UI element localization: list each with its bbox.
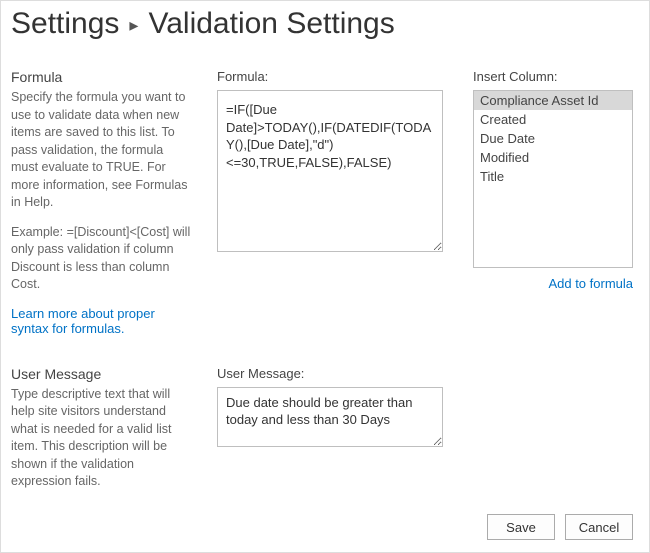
user-message-label: User Message: bbox=[217, 366, 447, 381]
insert-column-label: Insert Column: bbox=[473, 69, 633, 84]
formula-section-example: Example: =[Discount]<[Cost] will only pa… bbox=[11, 224, 191, 294]
insert-column-item[interactable]: Compliance Asset Id bbox=[474, 91, 632, 110]
page-header: Settings ▸ Validation Settings bbox=[11, 7, 633, 41]
formula-label: Formula: bbox=[217, 69, 447, 84]
save-button[interactable]: Save bbox=[487, 514, 555, 540]
user-message-section-desc: Type descriptive text that will help sit… bbox=[11, 386, 191, 491]
page-title: Validation Settings bbox=[148, 7, 394, 41]
formula-section-title: Formula bbox=[11, 69, 191, 85]
cancel-button[interactable]: Cancel bbox=[565, 514, 633, 540]
formula-help-link[interactable]: Learn more about proper syntax for formu… bbox=[11, 306, 191, 336]
insert-column-item[interactable]: Modified bbox=[474, 148, 632, 167]
user-message-section-title: User Message bbox=[11, 366, 191, 382]
user-message-input[interactable] bbox=[217, 387, 443, 447]
insert-column-item[interactable]: Due Date bbox=[474, 129, 632, 148]
formula-section-desc: Specify the formula you want to use to v… bbox=[11, 89, 191, 212]
formula-input[interactable] bbox=[217, 90, 443, 252]
insert-column-listbox[interactable]: Compliance Asset IdCreatedDue DateModifi… bbox=[473, 90, 633, 268]
chevron-right-icon: ▸ bbox=[129, 15, 138, 36]
insert-column-item[interactable]: Created bbox=[474, 110, 632, 129]
insert-column-item[interactable]: Title bbox=[474, 167, 632, 186]
breadcrumb-settings[interactable]: Settings bbox=[11, 7, 119, 41]
add-to-formula-link[interactable]: Add to formula bbox=[548, 276, 633, 291]
